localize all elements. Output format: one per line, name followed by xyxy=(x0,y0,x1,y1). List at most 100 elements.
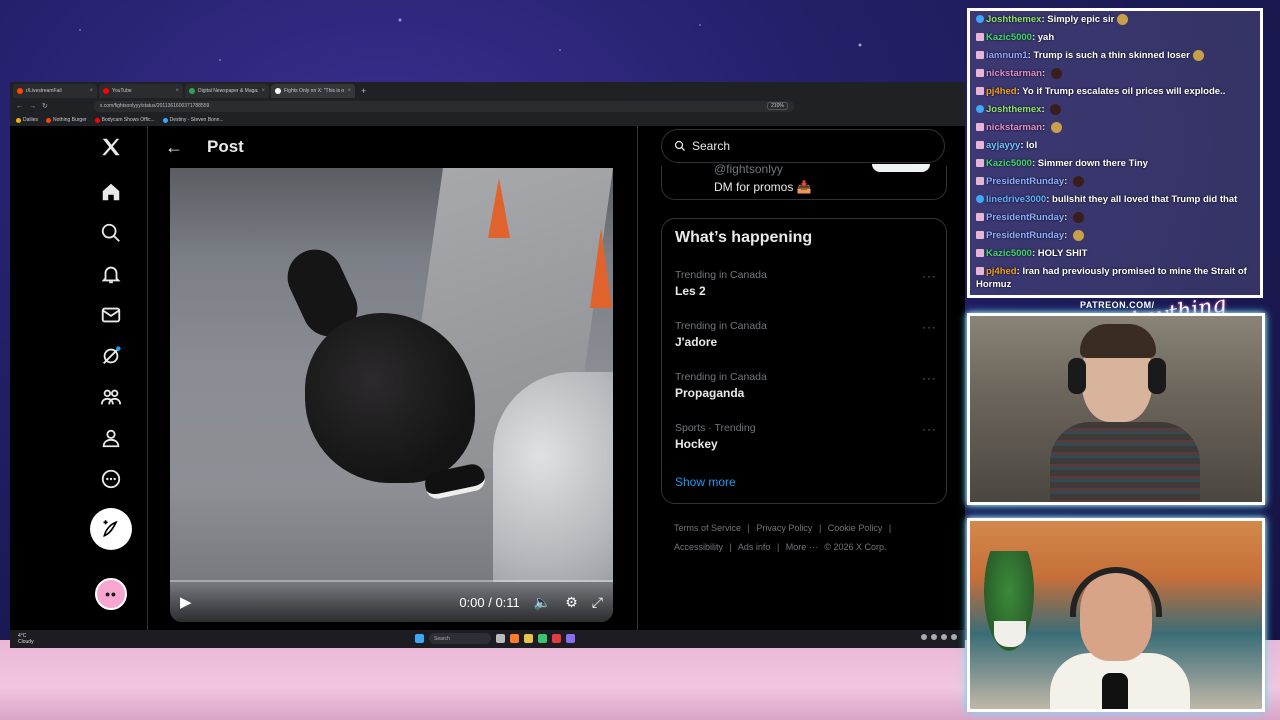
fullscreen-icon[interactable]: ⤢ xyxy=(592,594,603,611)
x-sidebar: •• xyxy=(10,126,148,630)
browser-tab[interactable]: Fights Only on X: "This is one o× xyxy=(271,84,355,98)
chat-emote-icon xyxy=(1072,175,1084,187)
x-logo-icon[interactable] xyxy=(96,132,126,162)
zoom-badge[interactable]: 210% xyxy=(767,102,788,110)
trend-item[interactable]: Trending in Canada J'adore ··· xyxy=(675,320,937,349)
chat-username[interactable]: nickstarman xyxy=(986,68,1042,79)
profile-handle[interactable]: @fightsonlyy xyxy=(714,162,783,176)
footer-link[interactable]: Ads info xyxy=(738,542,771,552)
chat-username[interactable]: PresidentRunday xyxy=(986,176,1064,187)
headphone-right xyxy=(1148,358,1166,394)
chat-username[interactable]: Joshthemex xyxy=(986,104,1041,115)
compose-post-button[interactable] xyxy=(90,508,132,550)
chat-emote-icon xyxy=(1072,211,1084,223)
new-tab-icon[interactable]: + xyxy=(357,84,370,98)
grok-icon[interactable] xyxy=(96,341,126,371)
chat-username[interactable]: iamnum1 xyxy=(986,50,1028,61)
chat-separator: : xyxy=(1064,230,1070,241)
messages-mail-icon[interactable] xyxy=(96,300,126,330)
notifications-bell-icon[interactable] xyxy=(96,259,126,289)
browser-tab[interactable]: r/LivestreamFail × xyxy=(13,84,97,98)
chat-username[interactable]: Joshthemex xyxy=(986,14,1041,25)
bookmark-item[interactable]: Nothing Burger xyxy=(46,117,87,123)
chat-username[interactable]: Kazic5000 xyxy=(986,158,1032,169)
chat-message: nickstarman: xyxy=(970,65,1260,83)
home-icon[interactable] xyxy=(96,177,126,207)
tab-close-icon[interactable]: × xyxy=(347,88,351,94)
browser-tab[interactable]: Digital Newspaper & Magazine× xyxy=(185,84,269,98)
chat-username[interactable]: pj4hed xyxy=(986,86,1017,97)
more-options-icon[interactable] xyxy=(96,464,126,494)
trend-item[interactable]: Trending in Canada Propaganda ··· xyxy=(675,371,937,400)
chrome-icon[interactable] xyxy=(552,634,561,643)
chat-message: PresidentRunday: xyxy=(970,227,1260,245)
bookmark-item[interactable]: Dailies xyxy=(16,117,38,123)
tray-app-icon[interactable] xyxy=(951,634,957,640)
tab-close-icon[interactable]: × xyxy=(175,88,179,94)
system-tray xyxy=(921,634,957,640)
reload-icon[interactable]: ↻ xyxy=(42,102,48,110)
trend-item[interactable]: Trending in Canada Les 2 ··· xyxy=(675,269,937,298)
play-icon[interactable]: ▶ xyxy=(180,593,192,611)
more-dots-icon[interactable]: ··· xyxy=(922,371,937,385)
tray-volume-icon[interactable] xyxy=(941,634,947,640)
settings-gear-icon[interactable]: ⚙ xyxy=(565,594,578,611)
volume-icon[interactable]: 🔈 xyxy=(534,594,551,611)
bookmark-item[interactable]: Bodycam Shows Offic... xyxy=(94,117,155,123)
tab-close-icon[interactable]: × xyxy=(89,88,93,94)
tray-network-icon[interactable] xyxy=(931,634,937,640)
footer-link[interactable]: Accessibility xyxy=(674,542,723,552)
account-avatar[interactable]: •• xyxy=(95,578,127,610)
trend-item[interactable]: Sports · Trending Hockey ··· xyxy=(675,422,937,451)
chat-badge-icon xyxy=(976,69,984,78)
chat-username[interactable]: nickstarman xyxy=(986,122,1042,133)
chat-username[interactable]: PresidentRunday xyxy=(986,230,1064,241)
browser-tab[interactable]: YouTube × xyxy=(99,84,183,98)
chat-username[interactable]: Kazic5000 xyxy=(986,32,1032,43)
chat-username[interactable]: PresidentRunday xyxy=(986,212,1064,223)
discord-icon[interactable] xyxy=(566,634,575,643)
windows-start-icon[interactable] xyxy=(415,634,424,643)
bookmark-item[interactable]: Destiny - Steven Bonn... xyxy=(162,117,224,123)
tab-close-icon[interactable]: × xyxy=(261,88,265,94)
more-dots-icon[interactable]: ··· xyxy=(922,269,937,283)
forward-nav-icon[interactable]: → xyxy=(29,103,36,110)
profile-icon[interactable] xyxy=(96,423,126,453)
weather-widget[interactable]: 4°C Cloudy xyxy=(18,633,34,645)
communities-icon[interactable] xyxy=(96,382,126,412)
chat-badge-icon xyxy=(976,15,984,24)
chat-username[interactable]: pj4hed xyxy=(986,266,1017,277)
back-nav-icon[interactable]: ← xyxy=(16,103,23,110)
file-explorer-icon[interactable] xyxy=(524,634,533,643)
footer-link[interactable]: Privacy Policy xyxy=(756,523,812,533)
more-dots-icon[interactable]: ··· xyxy=(922,422,937,436)
more-dots-icon[interactable]: ··· xyxy=(922,320,937,334)
chat-username[interactable]: linedrive3000 xyxy=(986,194,1046,205)
chat-badge-icon xyxy=(976,105,984,114)
video-player[interactable]: ▶ 0:00 / 0:11 🔈 ⚙ ⤢ xyxy=(170,168,613,622)
profile-card: @fightsonlyy DM for promos 📥 xyxy=(661,162,947,200)
back-arrow-icon[interactable]: ← xyxy=(165,137,183,158)
show-more-link[interactable]: Show more xyxy=(675,475,736,489)
chat-emote-icon xyxy=(1192,49,1204,61)
chat-message: linedrive3000: bullshit they all loved t… xyxy=(970,191,1260,209)
chat-text: Trump is such a thin skinned loser xyxy=(1033,50,1190,61)
search-icon[interactable] xyxy=(96,218,126,248)
footer-link[interactable]: Cookie Policy xyxy=(828,523,883,533)
chat-message: Kazic5000: yah xyxy=(970,29,1260,47)
footer-link[interactable]: Terms of Service xyxy=(674,523,741,533)
address-bar[interactable]: x.com/fightsonlyyy/status/20113616003717… xyxy=(93,100,794,112)
app-icon[interactable] xyxy=(538,634,547,643)
tray-chevron-icon[interactable] xyxy=(921,634,927,640)
chat-separator: : xyxy=(1064,212,1070,223)
follow-button[interactable] xyxy=(872,164,930,172)
headphones xyxy=(1070,567,1162,617)
right-column: Search @fightsonlyy DM for promos 📥 What… xyxy=(637,126,965,630)
search-input[interactable]: Search xyxy=(661,129,945,163)
task-view-icon[interactable] xyxy=(496,634,505,643)
chat-username[interactable]: ayjayyy xyxy=(986,140,1020,151)
firefox-icon[interactable] xyxy=(510,634,519,643)
taskbar-search[interactable]: Search xyxy=(429,633,491,644)
chat-username[interactable]: Kazic5000 xyxy=(986,248,1032,259)
footer-more-link[interactable]: More ··· xyxy=(786,542,818,552)
